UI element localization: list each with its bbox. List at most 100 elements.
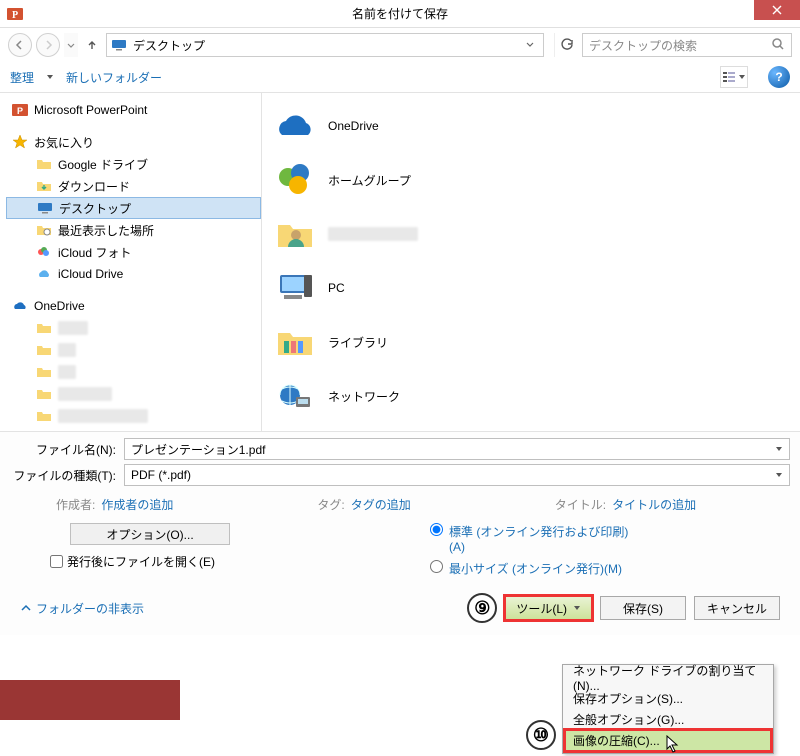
- desktop-icon: [37, 200, 53, 216]
- menu-item-label: ネットワーク ドライブの割り当て(N)...: [573, 662, 763, 693]
- save-button-label: 保存(S): [623, 600, 663, 617]
- svg-text:P: P: [12, 10, 18, 21]
- sidebar-item-icloud-drive[interactable]: iCloud Drive: [6, 263, 261, 285]
- title-label: タイトル:: [555, 496, 606, 513]
- recent-icon: [36, 222, 52, 238]
- options-button[interactable]: オプション(O)...: [70, 523, 230, 545]
- menu-item-label: 全般オプション(G)...: [573, 711, 684, 728]
- tag-link[interactable]: タグの追加: [351, 496, 411, 513]
- libraries-icon: [274, 321, 316, 363]
- icloud-photo-icon: [36, 244, 52, 260]
- app-window-strip: [0, 680, 180, 720]
- sidebar-item-downloads[interactable]: ダウンロード: [6, 175, 261, 197]
- sidebar-item-label: iCloud フォト: [58, 244, 131, 261]
- network-icon: [274, 375, 316, 417]
- folder-icon: [36, 386, 52, 402]
- content-item-libraries[interactable]: ライブラリ: [274, 315, 794, 369]
- content-item-pc[interactable]: PC: [274, 261, 794, 315]
- folder-icon: [36, 156, 52, 172]
- sidebar-item-onedrive[interactable]: OneDrive: [6, 295, 261, 317]
- content-item-onedrive[interactable]: OneDrive: [274, 99, 794, 153]
- filename-value: プレゼンテーション1.pdf: [131, 441, 265, 458]
- help-button[interactable]: ?: [768, 66, 790, 88]
- sidebar-item-recent[interactable]: 最近表示した場所: [6, 219, 261, 241]
- recent-locations-button[interactable]: [64, 33, 78, 57]
- sidebar-item-icloud-photo[interactable]: iCloud フォト: [6, 241, 261, 263]
- filetype-label: ファイルの種類(T):: [10, 467, 120, 484]
- sidebar-item-label: Microsoft PowerPoint: [34, 103, 147, 117]
- sidebar-item-onedrive-folder[interactable]: xxxxx: [6, 317, 261, 339]
- sidebar-item-favorites[interactable]: お気に入り: [6, 131, 261, 153]
- powerpoint-app-icon: P: [6, 5, 24, 23]
- content-item-network[interactable]: ネットワーク: [274, 369, 794, 423]
- author-link[interactable]: 作成者の追加: [101, 496, 173, 513]
- search-input[interactable]: デスクトップの検索: [582, 33, 792, 57]
- address-text: デスクトップ: [133, 37, 205, 54]
- sidebar-item-powerpoint[interactable]: P Microsoft PowerPoint: [6, 99, 261, 121]
- filetype-select[interactable]: PDF (*.pdf): [124, 464, 790, 486]
- menu-item-compress-pictures[interactable]: 画像の圧縮(C)...: [565, 730, 771, 751]
- sidebar-item-onedrive-folder[interactable]: xxxxxxxxx: [6, 383, 261, 405]
- back-button[interactable]: [8, 33, 32, 57]
- filename-dropdown-icon[interactable]: [771, 441, 787, 457]
- folder-icon: [36, 320, 52, 336]
- forward-button[interactable]: [36, 33, 60, 57]
- navigation-tree: P Microsoft PowerPoint お気に入り Google ドライブ…: [0, 93, 262, 431]
- sidebar-item-onedrive-folder[interactable]: xxxxxxxxxxxxxxx: [6, 405, 261, 427]
- folder-icon: [36, 342, 52, 358]
- tools-button[interactable]: ツール(L): [505, 596, 592, 620]
- cancel-button[interactable]: キャンセル: [694, 596, 780, 620]
- content-item-homegroup[interactable]: ホームグループ: [274, 153, 794, 207]
- menu-item-map-drive[interactable]: ネットワーク ドライブの割り当て(N)...: [565, 667, 771, 688]
- sidebar-item-label: iCloud Drive: [58, 267, 123, 281]
- view-options-button[interactable]: [720, 66, 748, 88]
- close-button[interactable]: [754, 0, 800, 20]
- new-folder-button[interactable]: 新しいフォルダー: [66, 69, 162, 86]
- sidebar-item-onedrive-folder[interactable]: xxx: [6, 339, 261, 361]
- sidebar-item-label: ダウンロード: [58, 178, 130, 195]
- content-item-label: ライブラリ: [328, 334, 388, 351]
- menu-item-general-options[interactable]: 全般オプション(G)...: [565, 709, 771, 730]
- menu-item-label: 画像の圧縮(C)...: [573, 732, 660, 749]
- chevron-down-icon: [573, 601, 581, 615]
- sidebar-item-desktop[interactable]: デスクトップ: [6, 197, 261, 219]
- hide-folders-button[interactable]: フォルダーの非表示: [20, 600, 144, 617]
- folder-icon: [36, 178, 52, 194]
- sidebar-item-label: OneDrive: [34, 299, 85, 313]
- sidebar-item-onedrive-folder[interactable]: xxx: [6, 361, 261, 383]
- star-icon: [12, 134, 28, 150]
- organize-dropdown-icon[interactable]: [46, 70, 54, 84]
- onedrive-icon: [12, 298, 28, 314]
- address-bar[interactable]: デスクトップ: [106, 33, 544, 57]
- optimize-standard-label: 標準 (オンライン発行および印刷)(A): [449, 523, 629, 554]
- hide-folders-label: フォルダーの非表示: [36, 600, 144, 617]
- sidebar-item-label: デスクトップ: [59, 200, 131, 217]
- address-dropdown-icon[interactable]: [521, 38, 539, 52]
- search-icon: [771, 37, 785, 54]
- optimize-standard-radio[interactable]: [430, 523, 443, 536]
- author-label: 作成者:: [56, 496, 95, 513]
- onedrive-icon: [274, 105, 316, 147]
- filename-input[interactable]: プレゼンテーション1.pdf: [124, 438, 790, 460]
- optimize-minimum-radio[interactable]: [430, 560, 443, 573]
- content-item-label: PC: [328, 281, 345, 295]
- open-after-label: 発行後にファイルを開く(E): [67, 553, 215, 570]
- optimize-minimum-label: 最小サイズ (オンライン発行)(M): [449, 560, 622, 577]
- content-item-label: xxxxxxxx: [328, 227, 418, 241]
- sidebar-item-googledrive[interactable]: Google ドライブ: [6, 153, 261, 175]
- content-item-label: OneDrive: [328, 119, 379, 133]
- folder-content: OneDrive ホームグループ xxxxxxxx PC ライブラリ: [262, 93, 800, 431]
- content-item-user[interactable]: xxxxxxxx: [274, 207, 794, 261]
- sidebar-item-label: xxx: [58, 343, 76, 357]
- sidebar-item-label: xxxxxxxxxxxxxxx: [58, 409, 148, 423]
- refresh-button[interactable]: [554, 33, 578, 57]
- open-after-checkbox[interactable]: [50, 555, 63, 568]
- title-link[interactable]: タイトルの追加: [612, 496, 696, 513]
- content-item-label: ネットワーク: [328, 388, 400, 405]
- save-button[interactable]: 保存(S): [600, 596, 686, 620]
- up-button[interactable]: [82, 35, 102, 55]
- sidebar-item-label: xxxxx: [58, 321, 88, 335]
- filetype-dropdown-icon[interactable]: [771, 467, 787, 483]
- callout-10: ⑩: [526, 720, 556, 750]
- organize-button[interactable]: 整理: [10, 69, 34, 86]
